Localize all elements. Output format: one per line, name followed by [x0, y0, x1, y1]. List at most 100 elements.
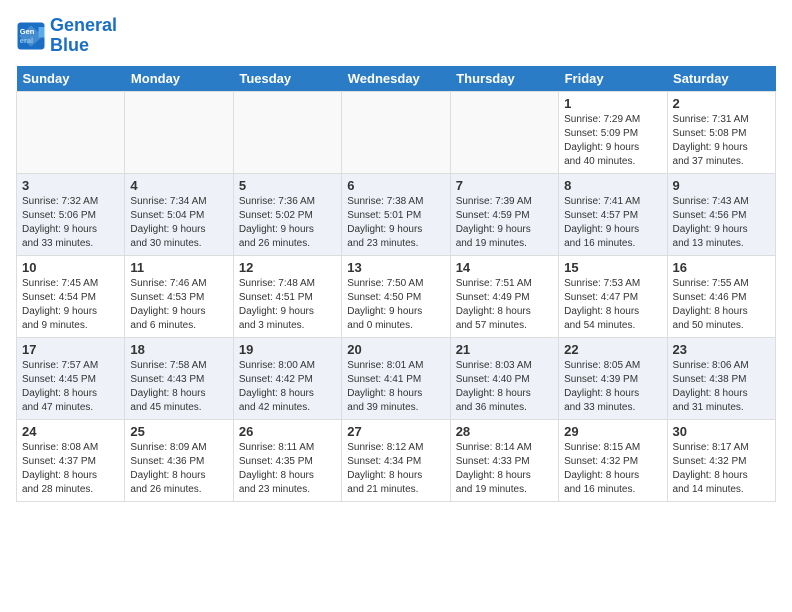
day-number: 16	[673, 260, 770, 275]
day-number: 30	[673, 424, 770, 439]
day-number: 22	[564, 342, 661, 357]
calendar-cell: 5 Sunrise: 7:36 AM Sunset: 5:02 PM Daylig…	[233, 173, 341, 255]
day-number: 3	[22, 178, 119, 193]
calendar-cell: 28Sunrise: 8:14 AM Sunset: 4:33 PM Dayli…	[450, 419, 558, 501]
day-info: Sunrise: 8:08 AM Sunset: 4:37 PM Dayligh…	[22, 441, 119, 497]
day-number: 5	[239, 178, 336, 193]
calendar-cell	[125, 91, 233, 173]
day-number: 2	[673, 96, 770, 111]
calendar-cell: 17 Sunrise: 7:57 AM Sunset: 4:45 PM Dayli…	[17, 337, 125, 419]
day-info: Sunrise: 8:11 AM Sunset: 4:35 PM Dayligh…	[239, 441, 336, 497]
day-number: 18	[130, 342, 227, 357]
svg-text:eral: eral	[20, 36, 33, 45]
calendar-cell: 14Sunrise: 7:51 AM Sunset: 4:49 PM Dayli…	[450, 255, 558, 337]
week-row-2: 3 Sunrise: 7:32 AM Sunset: 5:06 PM Daylig…	[17, 173, 776, 255]
week-row-1: 1Sunrise: 7:29 AM Sunset: 5:09 PM Daylig…	[17, 91, 776, 173]
day-number: 13	[347, 260, 444, 275]
day-info: Sunrise: 7:48 AM Sunset: 4:51 PM Dayligh…	[239, 277, 336, 333]
day-info: Sunrise: 8:14 AM Sunset: 4:33 PM Dayligh…	[456, 441, 553, 497]
day-number: 26	[239, 424, 336, 439]
header-sunday: Sunday	[17, 66, 125, 92]
calendar-cell: 21Sunrise: 8:03 AM Sunset: 4:40 PM Dayli…	[450, 337, 558, 419]
calendar-cell: 18 Sunrise: 7:58 AM Sunset: 4:43 PM Dayli…	[125, 337, 233, 419]
day-number: 19	[239, 342, 336, 357]
calendar-cell: 13 Sunrise: 7:50 AM Sunset: 4:50 PM Dayli…	[342, 255, 450, 337]
day-number: 1	[564, 96, 661, 111]
calendar-cell: 27 Sunrise: 8:12 AM Sunset: 4:34 PM Dayli…	[342, 419, 450, 501]
day-info: Sunrise: 7:45 AM Sunset: 4:54 PM Dayligh…	[22, 277, 119, 333]
calendar-cell: 11Sunrise: 7:46 AM Sunset: 4:53 PM Dayli…	[125, 255, 233, 337]
day-number: 25	[130, 424, 227, 439]
calendar-cell	[342, 91, 450, 173]
day-info: Sunrise: 8:12 AM Sunset: 4:34 PM Dayligh…	[347, 441, 444, 497]
calendar-cell: 8Sunrise: 7:41 AM Sunset: 4:57 PM Daylig…	[559, 173, 667, 255]
header-tuesday: Tuesday	[233, 66, 341, 92]
day-info: Sunrise: 8:17 AM Sunset: 4:32 PM Dayligh…	[673, 441, 770, 497]
calendar-cell: 9Sunrise: 7:43 AM Sunset: 4:56 PM Daylig…	[667, 173, 775, 255]
day-info: Sunrise: 7:36 AM Sunset: 5:02 PM Dayligh…	[239, 195, 336, 251]
day-number: 4	[130, 178, 227, 193]
calendar-cell: 3 Sunrise: 7:32 AM Sunset: 5:06 PM Daylig…	[17, 173, 125, 255]
day-number: 10	[22, 260, 119, 275]
day-info: Sunrise: 7:43 AM Sunset: 4:56 PM Dayligh…	[673, 195, 770, 251]
day-info: Sunrise: 7:39 AM Sunset: 4:59 PM Dayligh…	[456, 195, 553, 251]
day-number: 23	[673, 342, 770, 357]
day-info: Sunrise: 7:53 AM Sunset: 4:47 PM Dayligh…	[564, 277, 661, 333]
day-info: Sunrise: 7:38 AM Sunset: 5:01 PM Dayligh…	[347, 195, 444, 251]
calendar-cell: 22 Sunrise: 8:05 AM Sunset: 4:39 PM Dayli…	[559, 337, 667, 419]
day-number: 17	[22, 342, 119, 357]
day-number: 7	[456, 178, 553, 193]
calendar-cell: 25Sunrise: 8:09 AM Sunset: 4:36 PM Dayli…	[125, 419, 233, 501]
day-info: Sunrise: 7:57 AM Sunset: 4:45 PM Dayligh…	[22, 359, 119, 415]
day-number: 12	[239, 260, 336, 275]
day-info: Sunrise: 8:01 AM Sunset: 4:41 PM Dayligh…	[347, 359, 444, 415]
calendar-cell: 24 Sunrise: 8:08 AM Sunset: 4:37 PM Dayli…	[17, 419, 125, 501]
calendar-cell	[450, 91, 558, 173]
calendar-cell: 30 Sunrise: 8:17 AM Sunset: 4:32 PM Dayli…	[667, 419, 775, 501]
header-monday: Monday	[125, 66, 233, 92]
week-row-4: 17 Sunrise: 7:57 AM Sunset: 4:45 PM Dayli…	[17, 337, 776, 419]
calendar-cell: 20 Sunrise: 8:01 AM Sunset: 4:41 PM Dayli…	[342, 337, 450, 419]
calendar-cell: 23Sunrise: 8:06 AM Sunset: 4:38 PM Dayli…	[667, 337, 775, 419]
day-number: 27	[347, 424, 444, 439]
day-info: Sunrise: 8:00 AM Sunset: 4:42 PM Dayligh…	[239, 359, 336, 415]
week-row-5: 24 Sunrise: 8:08 AM Sunset: 4:37 PM Dayli…	[17, 419, 776, 501]
day-info: Sunrise: 7:31 AM Sunset: 5:08 PM Dayligh…	[673, 113, 770, 169]
header-wednesday: Wednesday	[342, 66, 450, 92]
logo-icon: Gen eral	[16, 21, 46, 51]
calendar-cell: 2 Sunrise: 7:31 AM Sunset: 5:08 PM Daylig…	[667, 91, 775, 173]
day-number: 29	[564, 424, 661, 439]
day-info: Sunrise: 7:32 AM Sunset: 5:06 PM Dayligh…	[22, 195, 119, 251]
calendar-cell: 4 Sunrise: 7:34 AM Sunset: 5:04 PM Daylig…	[125, 173, 233, 255]
calendar-cell: 19 Sunrise: 8:00 AM Sunset: 4:42 PM Dayli…	[233, 337, 341, 419]
day-number: 21	[456, 342, 553, 357]
day-info: Sunrise: 7:34 AM Sunset: 5:04 PM Dayligh…	[130, 195, 227, 251]
day-info: Sunrise: 7:50 AM Sunset: 4:50 PM Dayligh…	[347, 277, 444, 333]
day-number: 24	[22, 424, 119, 439]
week-row-3: 10 Sunrise: 7:45 AM Sunset: 4:54 PM Dayli…	[17, 255, 776, 337]
header-friday: Friday	[559, 66, 667, 92]
day-info: Sunrise: 7:51 AM Sunset: 4:49 PM Dayligh…	[456, 277, 553, 333]
calendar-cell: 15 Sunrise: 7:53 AM Sunset: 4:47 PM Dayli…	[559, 255, 667, 337]
logo-text: General Blue	[50, 16, 117, 56]
day-info: Sunrise: 8:05 AM Sunset: 4:39 PM Dayligh…	[564, 359, 661, 415]
page-header: Gen eral General Blue	[16, 16, 776, 56]
calendar-cell: 29 Sunrise: 8:15 AM Sunset: 4:32 PM Dayli…	[559, 419, 667, 501]
header-thursday: Thursday	[450, 66, 558, 92]
header-saturday: Saturday	[667, 66, 775, 92]
day-number: 20	[347, 342, 444, 357]
svg-text:Gen: Gen	[20, 27, 35, 36]
calendar-cell: 12 Sunrise: 7:48 AM Sunset: 4:51 PM Dayli…	[233, 255, 341, 337]
day-number: 15	[564, 260, 661, 275]
day-info: Sunrise: 8:15 AM Sunset: 4:32 PM Dayligh…	[564, 441, 661, 497]
calendar-cell	[233, 91, 341, 173]
calendar-table: SundayMondayTuesdayWednesdayThursdayFrid…	[16, 66, 776, 502]
day-info: Sunrise: 7:46 AM Sunset: 4:53 PM Dayligh…	[130, 277, 227, 333]
day-number: 6	[347, 178, 444, 193]
day-info: Sunrise: 7:58 AM Sunset: 4:43 PM Dayligh…	[130, 359, 227, 415]
calendar-cell: 1Sunrise: 7:29 AM Sunset: 5:09 PM Daylig…	[559, 91, 667, 173]
logo: Gen eral General Blue	[16, 16, 117, 56]
calendar-cell: 26 Sunrise: 8:11 AM Sunset: 4:35 PM Dayli…	[233, 419, 341, 501]
calendar-cell: 6 Sunrise: 7:38 AM Sunset: 5:01 PM Daylig…	[342, 173, 450, 255]
calendar-cell: 7 Sunrise: 7:39 AM Sunset: 4:59 PM Daylig…	[450, 173, 558, 255]
